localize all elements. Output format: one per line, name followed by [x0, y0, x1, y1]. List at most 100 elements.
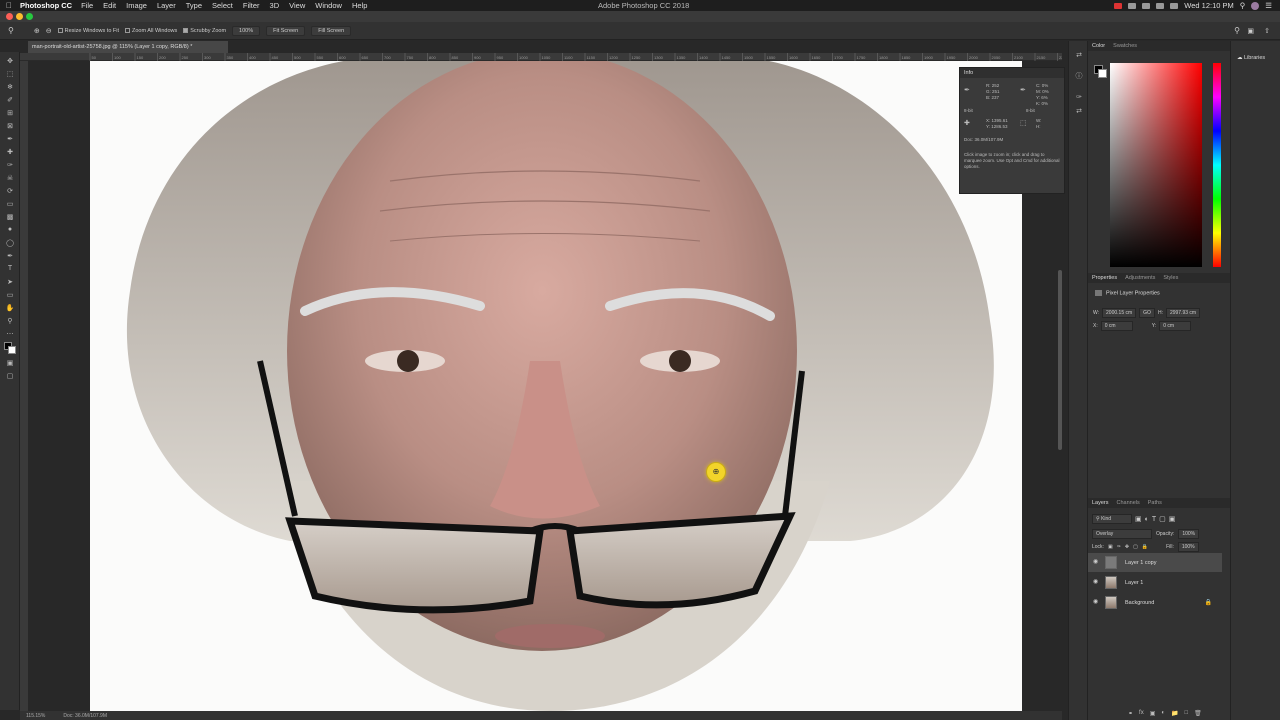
- tab-swatches[interactable]: Swatches: [1113, 43, 1137, 49]
- close-window-button[interactable]: [6, 13, 13, 20]
- lock-paint-icon[interactable]: ✑: [1117, 544, 1121, 550]
- add-mask-icon[interactable]: ▣: [1150, 710, 1156, 717]
- layer-name[interactable]: Layer 1: [1125, 580, 1143, 586]
- lock-artboard-icon[interactable]: ▢: [1133, 544, 1138, 550]
- zoom-level[interactable]: 115.15%: [26, 713, 45, 719]
- document-canvas[interactable]: [90, 61, 1022, 711]
- share-icon[interactable]: ⇧: [1264, 27, 1270, 35]
- prop-y-field[interactable]: 0 cm: [1159, 321, 1192, 331]
- filter-shape-icon[interactable]: ▢: [1159, 515, 1166, 523]
- visibility-eye-icon[interactable]: ◉: [1093, 599, 1099, 605]
- zoom-tool-icon[interactable]: ⚲: [5, 317, 15, 326]
- fill-field[interactable]: 100%: [1177, 542, 1199, 552]
- tab-color[interactable]: Color: [1092, 43, 1105, 49]
- color-bg-swatch[interactable]: [1098, 69, 1107, 78]
- doc-size[interactable]: Doc: 36.0M/107.9M: [63, 713, 107, 719]
- link-dimensions-button[interactable]: GO: [1139, 308, 1155, 318]
- layer-row-layer-1[interactable]: ◉ Layer 1: [1088, 573, 1222, 592]
- eyedropper-tool-icon[interactable]: ✒: [5, 135, 15, 144]
- menu-3d[interactable]: 3D: [270, 1, 280, 10]
- menu-edit[interactable]: Edit: [103, 1, 116, 10]
- search-icon[interactable]: ⚲: [1240, 1, 1246, 10]
- tab-channels[interactable]: Channels: [1117, 500, 1140, 506]
- filter-smart-icon[interactable]: ▣: [1169, 515, 1176, 523]
- hue-slider[interactable]: [1213, 63, 1221, 267]
- crop-tool-icon[interactable]: ⊞: [5, 109, 15, 118]
- hand-tool-icon[interactable]: ✋: [5, 304, 15, 313]
- resize-windows-checkbox[interactable]: Resize Windows to Fit: [57, 28, 119, 34]
- brush-settings-icon[interactable]: ✑: [1074, 93, 1084, 102]
- lasso-tool-icon[interactable]: ❄: [5, 83, 15, 92]
- healing-brush-tool-icon[interactable]: ✚: [5, 148, 15, 157]
- link-layers-icon[interactable]: ⚭: [1128, 710, 1133, 717]
- eraser-tool-icon[interactable]: ▭: [5, 200, 15, 209]
- fx-icon[interactable]: fx: [1139, 710, 1144, 717]
- visibility-eye-icon[interactable]: ◉: [1093, 579, 1099, 585]
- tab-layers[interactable]: Layers: [1092, 500, 1109, 506]
- layer-name[interactable]: Layer 1 copy: [1125, 560, 1157, 566]
- cloud-icon[interactable]: [1142, 2, 1151, 9]
- minimize-window-button[interactable]: [16, 13, 23, 20]
- path-select-tool-icon[interactable]: ➤: [5, 278, 15, 287]
- zoom-in-icon[interactable]: ⊕: [34, 27, 40, 35]
- shape-tool-icon[interactable]: ▭: [5, 291, 15, 300]
- history-brush-tool-icon[interactable]: ⟳: [5, 187, 15, 196]
- wifi-icon[interactable]: [1156, 2, 1165, 9]
- gradient-tool-icon[interactable]: ▩: [5, 213, 15, 222]
- menu-list-icon[interactable]: ☰: [1265, 1, 1272, 10]
- blend-mode-dropdown[interactable]: Overlay: [1092, 529, 1152, 539]
- frame-tool-icon[interactable]: ⊠: [5, 122, 15, 131]
- info-panel-icon[interactable]: ⓘ: [1074, 71, 1084, 80]
- prop-h-field[interactable]: 2997.93 cm: [1165, 308, 1201, 318]
- history-panel-icon[interactable]: ⇄: [1074, 51, 1084, 60]
- app-menu[interactable]: Photoshop CC: [20, 1, 72, 10]
- screen-mode-icon[interactable]: ▢: [5, 372, 15, 381]
- vertical-scrollbar[interactable]: [1058, 270, 1062, 450]
- adjustment-layer-icon[interactable]: ◐: [1161, 710, 1165, 717]
- menu-view[interactable]: View: [289, 1, 305, 10]
- pen-tool-icon[interactable]: ✒: [5, 252, 15, 261]
- status-icon[interactable]: [1128, 2, 1137, 9]
- layer-filter-dropdown[interactable]: ⚲ Kind: [1092, 514, 1132, 524]
- status-icon-red[interactable]: [1114, 2, 1123, 9]
- filter-pixel-icon[interactable]: ▣: [1135, 515, 1142, 523]
- adjust-panel-icon[interactable]: ⇄: [1074, 107, 1084, 116]
- more-tools-icon[interactable]: ⋯: [5, 330, 15, 339]
- prop-x-field[interactable]: 0 cm: [1100, 321, 1133, 331]
- tab-paths[interactable]: Paths: [1148, 500, 1162, 506]
- menu-window[interactable]: Window: [315, 1, 342, 10]
- filter-type-icon[interactable]: T: [1152, 516, 1156, 523]
- zoom-all-checkbox[interactable]: Zoom All Windows: [125, 28, 177, 34]
- color-field[interactable]: [1110, 63, 1202, 267]
- fit-screen-button[interactable]: Fit Screen: [266, 25, 306, 36]
- layer-row-layer-1-copy[interactable]: ◉ Layer 1 copy: [1088, 553, 1222, 572]
- tab-properties[interactable]: Properties: [1092, 275, 1117, 281]
- new-group-icon[interactable]: 📁: [1171, 710, 1178, 717]
- search-icon[interactable]: ⚲: [1234, 26, 1240, 35]
- type-tool-icon[interactable]: T: [5, 265, 15, 274]
- menu-filter[interactable]: Filter: [243, 1, 260, 10]
- menu-file[interactable]: File: [81, 1, 93, 10]
- background-color-swatch[interactable]: [8, 346, 16, 354]
- new-layer-icon[interactable]: □: [1184, 710, 1188, 717]
- zoom-out-icon[interactable]: ⊖: [46, 27, 52, 35]
- clone-stamp-tool-icon[interactable]: ☠: [5, 174, 15, 183]
- delete-layer-icon[interactable]: 🗑: [1194, 710, 1202, 717]
- clock[interactable]: Wed 12:10 PM: [1184, 1, 1233, 10]
- user-avatar[interactable]: [1251, 1, 1260, 10]
- document-tab[interactable]: man-portrait-old-artist-25758.jpg @ 115%…: [28, 41, 228, 53]
- zoom-window-button[interactable]: [26, 13, 33, 20]
- quick-select-tool-icon[interactable]: ✐: [5, 96, 15, 105]
- move-tool-icon[interactable]: ✥: [5, 57, 15, 66]
- layer-row-background[interactable]: ◉ Background 🔒: [1088, 593, 1222, 612]
- filter-adjust-icon[interactable]: ◐: [1145, 516, 1149, 523]
- menu-select[interactable]: Select: [212, 1, 233, 10]
- layer-name[interactable]: Background: [1125, 600, 1154, 606]
- zoom-100-button[interactable]: 100%: [232, 25, 261, 36]
- brush-tool-icon[interactable]: ✑: [5, 161, 15, 170]
- fill-screen-button[interactable]: Fill Screen: [311, 25, 352, 36]
- workspace-icon[interactable]: ▣: [1247, 27, 1254, 35]
- menu-help[interactable]: Help: [352, 1, 367, 10]
- quick-mask-icon[interactable]: ▣: [5, 359, 15, 368]
- libraries-button[interactable]: ☁ Libraries: [1237, 55, 1265, 61]
